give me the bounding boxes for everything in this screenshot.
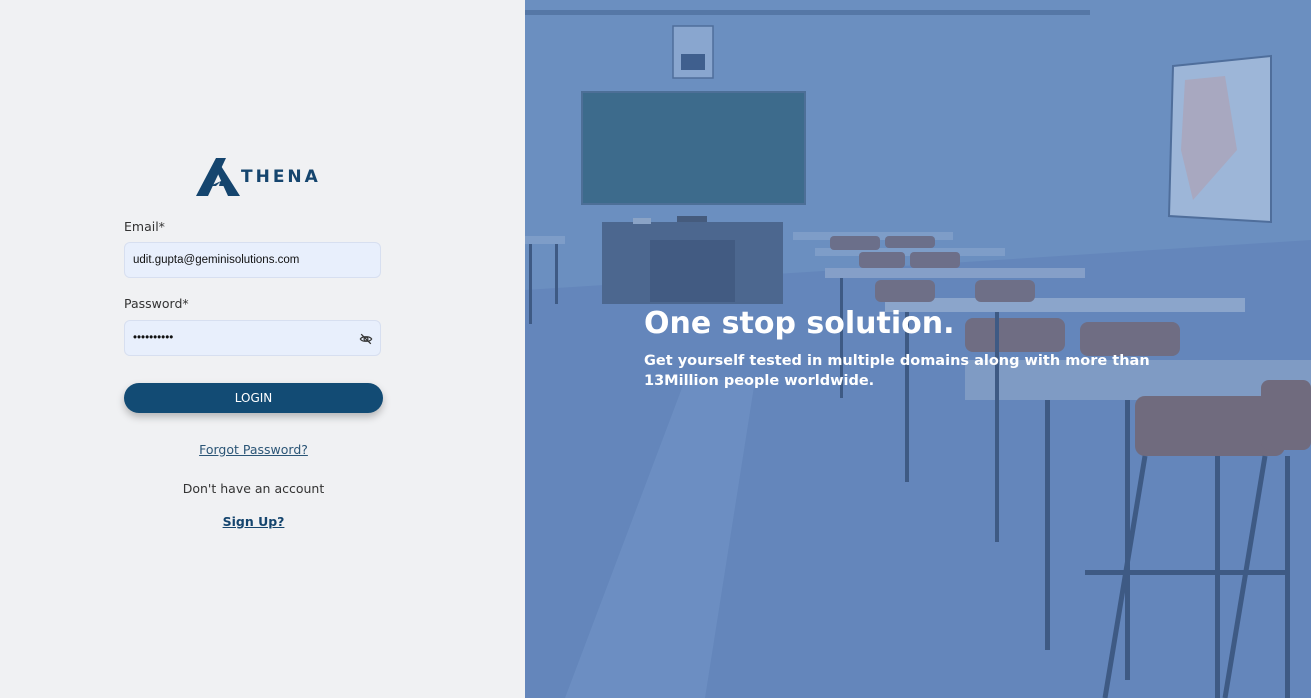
hero-title: One stop solution. bbox=[644, 306, 955, 341]
hero-subtitle: Get yourself tested in multiple domains … bbox=[644, 353, 1150, 389]
no-account-text: Don't have an account bbox=[182, 481, 325, 496]
classroom-background-image bbox=[525, 0, 1311, 698]
email-field[interactable] bbox=[125, 243, 353, 277]
login-button[interactable]: LOGIN bbox=[124, 383, 383, 413]
hero-panel: One stop solution. Get yourself tested i… bbox=[525, 0, 1311, 698]
email-label: Email* bbox=[124, 219, 165, 234]
forgot-password-link[interactable]: Forgot Password? bbox=[124, 442, 383, 457]
password-label: Password* bbox=[124, 296, 189, 311]
email-field-wrapper bbox=[124, 242, 381, 278]
eye-slash-icon[interactable] bbox=[359, 332, 373, 346]
logo-text: THENA bbox=[241, 167, 321, 187]
password-field[interactable] bbox=[125, 321, 353, 355]
login-page: THENA Email* Password* LOGIN Forgot Pass… bbox=[0, 0, 1311, 698]
login-panel: THENA Email* Password* LOGIN Forgot Pass… bbox=[0, 0, 525, 698]
athena-logo-icon bbox=[196, 158, 240, 196]
password-field-wrapper bbox=[124, 320, 381, 356]
signup-link[interactable]: Sign Up? bbox=[124, 514, 383, 529]
athena-logo: THENA bbox=[196, 156, 336, 198]
